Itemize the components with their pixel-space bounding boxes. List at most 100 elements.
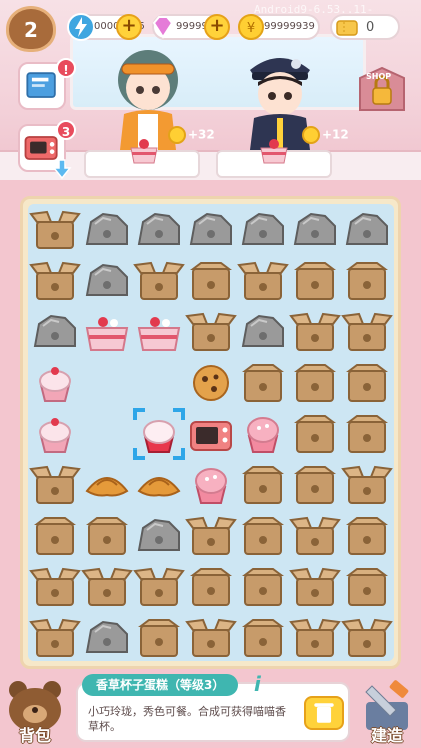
board-cell[interactable] xyxy=(237,255,289,307)
gem-counter[interactable]: 99999999 + xyxy=(152,14,230,40)
item-info-panel: 香草杯子蛋糕（等级3） i 小巧玲珑，秀色可餐。合成可获得喵喵香草杯。 xyxy=(76,672,350,742)
board-cell[interactable] xyxy=(237,204,289,256)
board-cell[interactable] xyxy=(341,357,393,409)
player-level-badge[interactable]: 2 xyxy=(6,6,56,52)
board-cell[interactable] xyxy=(29,255,81,307)
board-cell[interactable] xyxy=(289,459,341,511)
cardboard-box-icon xyxy=(86,517,128,555)
board-cell[interactable] xyxy=(185,510,237,562)
board-cell[interactable] xyxy=(133,306,185,358)
board-cell[interactable] xyxy=(185,408,237,460)
board-cell[interactable] xyxy=(289,510,341,562)
open-box-icon xyxy=(289,312,341,351)
build-label: 建造 xyxy=(370,726,403,745)
reward-amount: +12 xyxy=(322,127,349,142)
board-cell[interactable] xyxy=(133,612,185,664)
board-cell[interactable] xyxy=(185,612,237,664)
board-cell[interactable] xyxy=(81,204,133,256)
shop-button[interactable]: SHOP xyxy=(356,66,408,116)
board-cell[interactable] xyxy=(133,561,185,613)
board-cell[interactable] xyxy=(341,204,393,256)
lightning-icon xyxy=(67,13,95,41)
board-cell[interactable] xyxy=(133,357,185,409)
board-cell[interactable] xyxy=(289,357,341,409)
board-cell[interactable] xyxy=(185,459,237,511)
board-cell[interactable] xyxy=(185,255,237,307)
gold-counter[interactable]: ¥ 99999939 xyxy=(238,14,320,40)
board-cell[interactable] xyxy=(185,306,237,358)
board-cell[interactable] xyxy=(289,561,341,613)
rock-crate-icon xyxy=(241,212,284,245)
board-cell[interactable] xyxy=(289,306,341,358)
board-cell[interactable] xyxy=(81,561,133,613)
cupcake-icon xyxy=(39,418,71,453)
board-cell[interactable] xyxy=(237,306,289,358)
board-cell[interactable] xyxy=(81,255,133,307)
add-gems-button[interactable]: + xyxy=(204,14,230,40)
board-cell[interactable] xyxy=(29,561,81,613)
cardboard-box-icon xyxy=(138,619,180,657)
board-cell[interactable] xyxy=(237,459,289,511)
info-icon[interactable]: i xyxy=(254,672,272,696)
board-cell[interactable] xyxy=(237,510,289,562)
ticket-counter[interactable]: 0 xyxy=(330,14,400,40)
board-cell[interactable] xyxy=(341,306,393,358)
board-cell[interactable] xyxy=(341,612,393,664)
board-cell[interactable] xyxy=(81,357,133,409)
board-cell[interactable] xyxy=(81,510,133,562)
board-cell[interactable] xyxy=(81,459,133,511)
toaster-oven-icon xyxy=(190,421,232,451)
board-cell[interactable] xyxy=(237,408,289,460)
rock-crate-icon xyxy=(345,212,388,245)
selection-bracket-icon xyxy=(133,408,185,460)
open-box-icon xyxy=(81,567,133,606)
board-cell[interactable] xyxy=(29,510,81,562)
board-cell[interactable] xyxy=(133,255,185,307)
board-cell[interactable] xyxy=(133,408,185,460)
board-cell[interactable] xyxy=(133,510,185,562)
backpack-button[interactable]: 背包 xyxy=(4,678,66,745)
board-cell[interactable] xyxy=(237,612,289,664)
board-cell[interactable] xyxy=(289,408,341,460)
board-cell[interactable] xyxy=(237,357,289,409)
board-cell[interactable] xyxy=(341,255,393,307)
customer-reward-1: +32 xyxy=(168,126,215,146)
open-box-icon xyxy=(133,261,185,300)
board-cell[interactable] xyxy=(29,357,81,409)
board-cell[interactable] xyxy=(133,459,185,511)
board-cell[interactable] xyxy=(341,459,393,511)
rock-crate-icon xyxy=(293,212,336,245)
board-cell[interactable] xyxy=(289,204,341,256)
quest-alert-badge: ! xyxy=(56,58,76,78)
board-cell[interactable] xyxy=(341,561,393,613)
backpack-label: 背包 xyxy=(18,726,51,745)
coin-icon xyxy=(168,126,186,144)
board-cell[interactable] xyxy=(29,204,81,256)
board-cell[interactable] xyxy=(29,408,81,460)
cookie-icon xyxy=(193,365,229,401)
build-button[interactable]: 建造 xyxy=(356,678,418,745)
board-cell[interactable] xyxy=(29,306,81,358)
board-cell[interactable] xyxy=(185,561,237,613)
energy-counter[interactable]: 00000085 + xyxy=(67,13,145,41)
board-cell[interactable] xyxy=(81,306,133,358)
add-energy-button[interactable]: + xyxy=(116,14,142,40)
open-box-icon xyxy=(133,567,185,606)
open-box-icon xyxy=(289,618,341,657)
board-cell[interactable] xyxy=(81,612,133,664)
board-cell[interactable] xyxy=(185,357,237,409)
board-cell[interactable] xyxy=(289,255,341,307)
board-cell[interactable] xyxy=(341,510,393,562)
open-box-icon xyxy=(185,516,237,555)
board-cell[interactable] xyxy=(341,408,393,460)
board-cell[interactable] xyxy=(237,561,289,613)
cardboard-box-icon xyxy=(34,517,76,555)
board-cell[interactable] xyxy=(289,612,341,664)
board-cell[interactable] xyxy=(29,459,81,511)
board-cell[interactable] xyxy=(29,612,81,664)
strawberry-cake-order-icon xyxy=(260,139,288,164)
board-cell[interactable] xyxy=(185,204,237,256)
board-cell[interactable] xyxy=(81,408,133,460)
sell-item-button[interactable] xyxy=(304,696,344,730)
board-cell[interactable] xyxy=(133,204,185,256)
